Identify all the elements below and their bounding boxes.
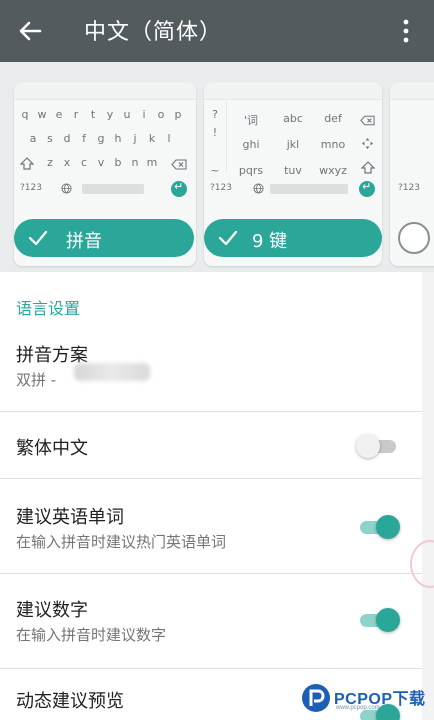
key-l: l [167, 132, 171, 145]
setting-traditional-chinese[interactable]: 繁体中文 [0, 412, 422, 479]
toggle-thumb [376, 608, 400, 632]
page-title: 中文（简体） [84, 20, 223, 45]
key-m: m [146, 156, 158, 169]
setting-pinyin-scheme[interactable]: 拼音方案 双拼 - [0, 325, 422, 412]
symbols-key: ?123 [20, 183, 42, 193]
key-tilde: ~ [210, 164, 220, 177]
cursor-move-icon [362, 138, 373, 149]
more-vert-icon[interactable] [394, 18, 418, 44]
key-abc: abc [283, 112, 303, 125]
nine-key-layout-pill[interactable]: 9 键 [204, 219, 382, 257]
nine-key-label: 9 键 [252, 231, 288, 252]
key-r: r [73, 108, 79, 121]
globe-icon [61, 183, 72, 194]
key-a: a [29, 132, 37, 145]
check-icon [28, 230, 48, 246]
preview-top-bar [390, 82, 434, 100]
key-h: h [114, 132, 122, 145]
key-def: def [324, 112, 342, 125]
key-w: w [37, 108, 47, 121]
check-icon [218, 230, 238, 246]
toggle-thumb [356, 434, 380, 458]
key-b: b [114, 156, 122, 169]
spacebar [82, 184, 144, 194]
backspace-icon [171, 159, 187, 170]
shift-icon [20, 157, 34, 170]
key-mno: mno [320, 138, 346, 151]
scroll-edge [422, 272, 434, 720]
watermark-tag: www.pcpop.com [336, 705, 380, 711]
key-jkl: jkl [286, 138, 300, 151]
key-tuv: tuv [284, 164, 302, 177]
key-s: s [47, 132, 53, 145]
key-word: '词 [243, 114, 259, 127]
key-p: p [174, 108, 182, 121]
key-pqrs: pqrs [238, 164, 264, 177]
key-n: n [131, 156, 139, 169]
setting-title: 动态建议预览 [16, 691, 124, 712]
arrow-left-icon[interactable] [14, 15, 46, 47]
key-wxyz: wxyz [319, 164, 347, 177]
symbols-key: ?123 [210, 183, 232, 193]
backspace-icon [360, 115, 375, 126]
globe-icon [253, 183, 264, 194]
setting-title: 建议数字 [16, 600, 88, 621]
blurred-value [74, 363, 150, 381]
key-v: v [97, 156, 105, 169]
key-j: j [133, 132, 137, 145]
key-d: d [63, 132, 71, 145]
key-x: x [63, 156, 71, 169]
key-y: y [106, 108, 114, 121]
traditional-chinese-toggle[interactable] [356, 433, 400, 459]
suggest-numbers-toggle[interactable] [360, 607, 400, 633]
setting-subtitle: 在输入拼音时建议热门英语单词 [16, 533, 227, 551]
preview-top-bar [14, 82, 196, 100]
key-exclaim: ! [212, 126, 218, 139]
key-q: q [21, 108, 29, 121]
preview-top-bar [204, 82, 382, 100]
watermark: PCPOP下载 www.pcpop.com [300, 680, 434, 720]
shift-icon [361, 161, 375, 174]
key-question: ? [212, 108, 218, 121]
key-t: t [90, 108, 96, 121]
enter-key [359, 180, 375, 197]
key-k: k [148, 132, 156, 145]
key-f: f [82, 132, 86, 145]
pinyin-layout-pill[interactable]: 拼音 [14, 219, 194, 257]
key-e: e [55, 108, 63, 121]
key-z: z [47, 156, 53, 169]
key-u: u [123, 108, 131, 121]
setting-title: 繁体中文 [16, 438, 88, 459]
setting-subtitle: 在输入拼音时建议数字 [16, 626, 167, 644]
unselected-layout-pill[interactable] [398, 222, 430, 254]
setting-subtitle: 双拼 - [16, 371, 57, 389]
suggest-english-toggle[interactable] [360, 514, 400, 540]
key-g: g [97, 132, 105, 145]
key-o: o [157, 108, 165, 121]
pcpop-logo-icon [302, 684, 330, 712]
setting-suggest-numbers[interactable]: 建议数字 在输入拼音时建议数字 [0, 574, 422, 669]
setting-suggest-english[interactable]: 建议英语单词 在输入拼音时建议热门英语单词 [0, 479, 422, 574]
app-bar: 中文（简体） [0, 0, 434, 62]
enter-key [171, 180, 187, 197]
side-divider [226, 102, 227, 172]
symbols-key: ?123 [398, 183, 420, 193]
pinyin-label: 拼音 [66, 231, 102, 252]
key-i: i [142, 108, 146, 121]
key-ghi: ghi [242, 138, 260, 151]
key-c: c [80, 156, 88, 169]
setting-title: 建议英语单词 [16, 507, 124, 528]
toggle-thumb [376, 515, 400, 539]
section-header-language-settings: 语言设置 [16, 299, 81, 318]
spacebar [270, 184, 348, 194]
